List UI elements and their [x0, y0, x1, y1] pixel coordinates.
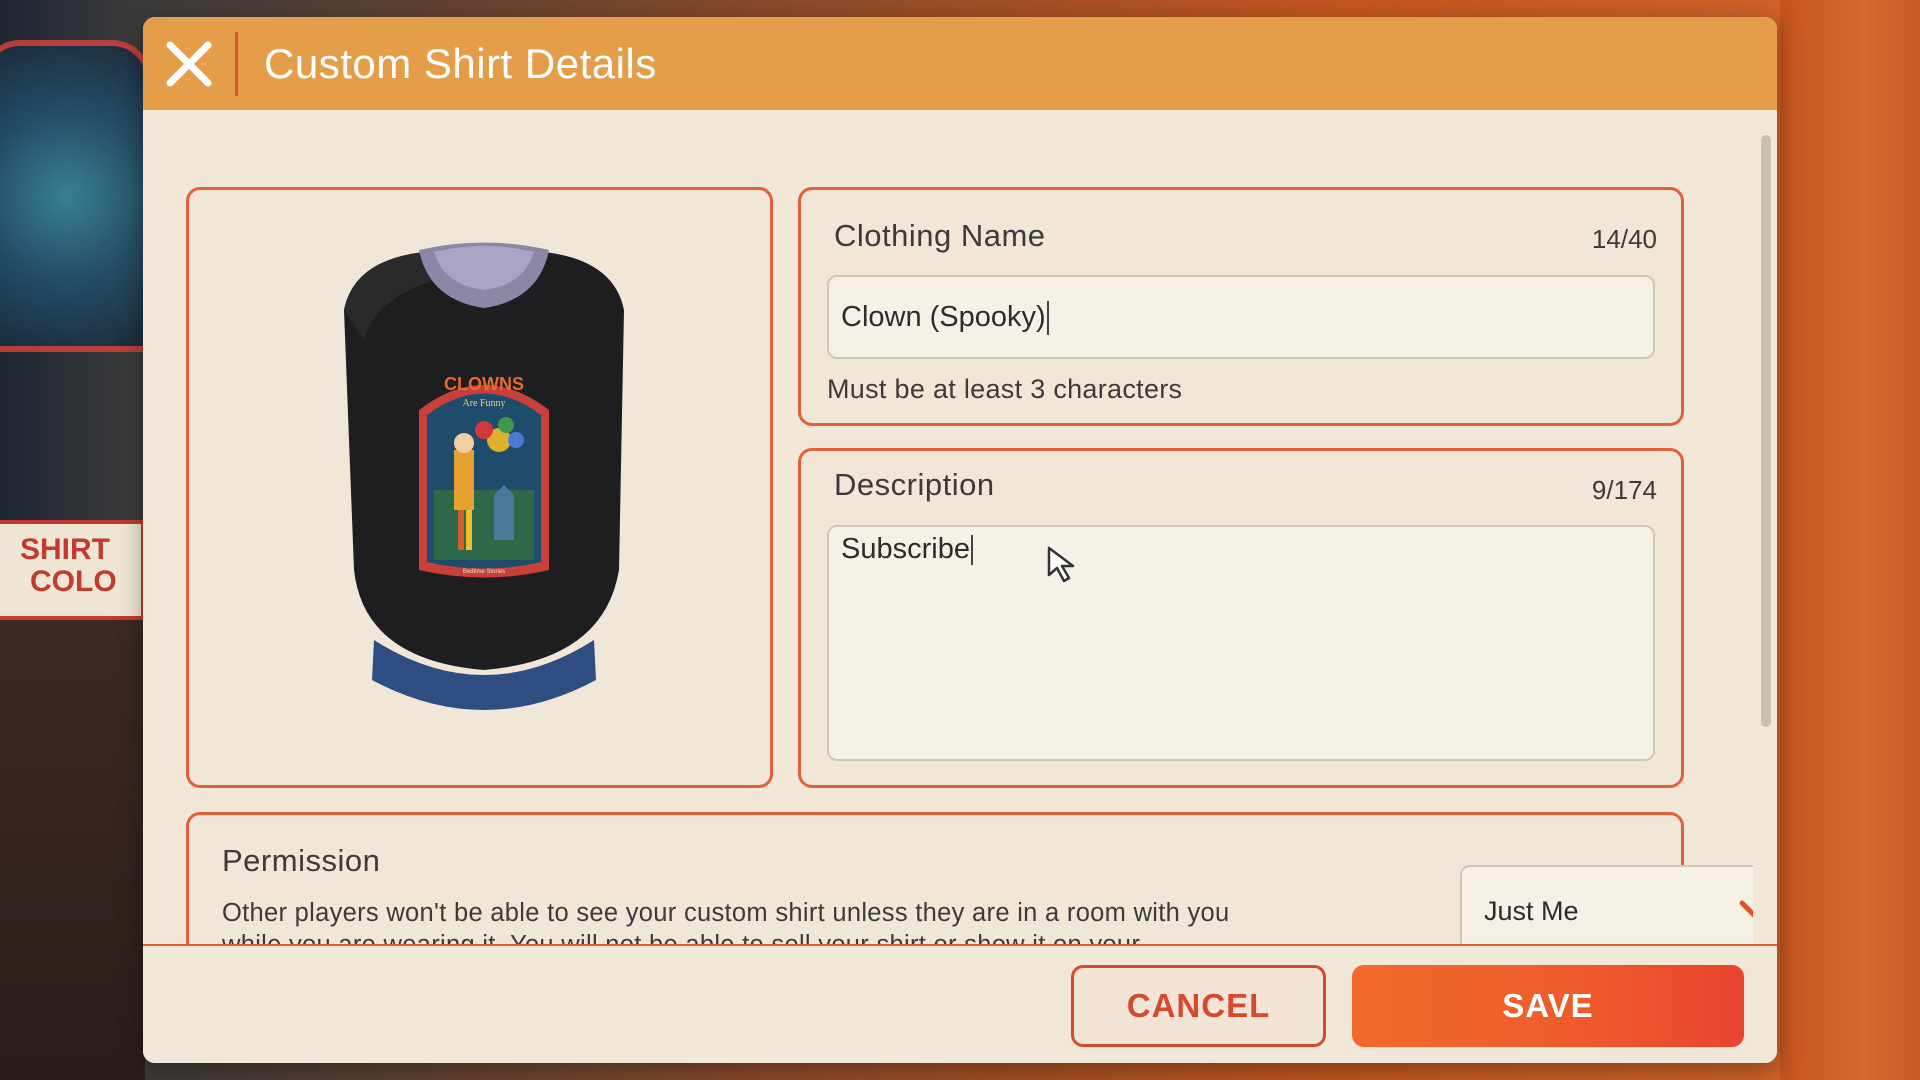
shirt-graphic-footer: Bedtime Stories — [463, 569, 505, 575]
shirt-graphic-subtitle: Are Funny — [462, 398, 505, 409]
custom-shirt-dialog: Custom Shirt Details CLOWNS Are Funny Be… — [143, 17, 1777, 1063]
clothing-name-panel: Clothing Name 14/40 Clown (Spooky) Must … — [798, 187, 1684, 426]
cancel-button[interactable]: CANCEL — [1071, 965, 1326, 1047]
shirt-preview-image[interactable]: CLOWNS Are Funny Bedtime Stories — [334, 240, 634, 730]
background-shelf — [0, 620, 145, 1080]
permission-selected-value: Just Me — [1484, 895, 1579, 926]
save-button[interactable]: SAVE — [1352, 965, 1744, 1047]
description-counter: 9/174 — [1591, 475, 1657, 505]
clothing-name-value: Clown (Spooky) — [841, 301, 1046, 333]
clothing-name-counter: 14/40 — [1591, 224, 1657, 254]
background-sign-line2: COLO — [30, 565, 117, 598]
chevron-down-icon — [1739, 900, 1753, 918]
clothing-name-helper: Must be at least 3 characters — [827, 374, 1183, 404]
shirt-graphic-title: CLOWNS — [444, 374, 524, 394]
description-value: Subscribe — [841, 533, 970, 565]
clothing-name-label: Clothing Name — [834, 218, 1046, 253]
permission-panel: Permission Other players won't be able t… — [186, 812, 1753, 962]
description-label: Description — [834, 467, 995, 502]
description-panel: Description 9/174 Subscribe — [798, 448, 1684, 788]
dialog-content: CLOWNS Are Funny Bedtime Stories Clothin… — [143, 110, 1753, 962]
background-wall — [1780, 0, 1920, 1080]
close-button[interactable] — [143, 17, 235, 110]
scrollbar[interactable] — [1761, 135, 1771, 727]
dialog-footer: CANCEL SAVE — [143, 944, 1777, 1063]
background-sign: SHIRT COLO — [0, 520, 145, 620]
text-caret — [970, 535, 973, 566]
permission-label: Permission — [222, 843, 381, 878]
shirt-preview-panel: CLOWNS Are Funny Bedtime Stories — [186, 187, 773, 788]
close-icon — [166, 41, 212, 86]
dialog-header: Custom Shirt Details — [143, 17, 1777, 110]
clothing-name-input[interactable]: Clown (Spooky) — [827, 275, 1655, 359]
mouse-cursor-icon — [1047, 546, 1075, 583]
background-poster — [0, 40, 152, 352]
background-sign-line1: SHIRT — [20, 533, 110, 566]
dialog-title: Custom Shirt Details — [264, 39, 657, 87]
header-divider — [235, 31, 238, 96]
description-input[interactable]: Subscribe — [827, 525, 1655, 761]
text-caret — [1046, 301, 1049, 336]
